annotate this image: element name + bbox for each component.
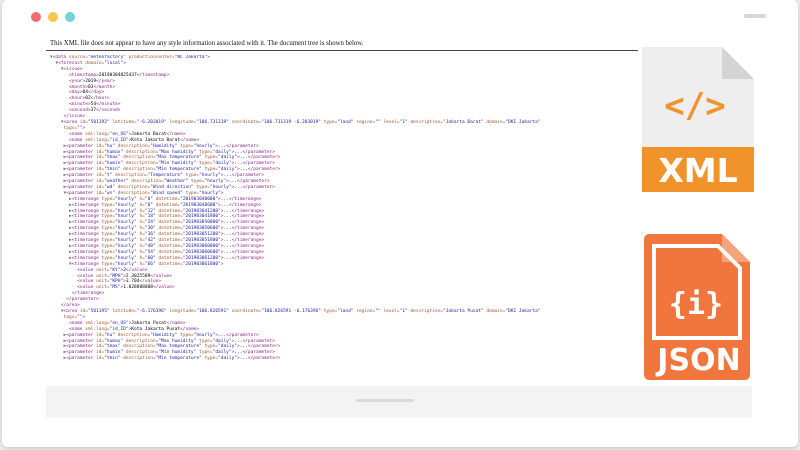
- json-fold: [722, 234, 750, 262]
- xml-file-icon: </> XML: [642, 47, 754, 192]
- xml-document-tree: ▼<data source="meteofactory" productionc…: [50, 55, 638, 385]
- close-button[interactable]: [31, 12, 41, 22]
- footer-area: [46, 386, 752, 418]
- title-bar: [2, 0, 798, 34]
- horizontal-scrollbar[interactable]: [356, 399, 414, 402]
- xml-tree-line[interactable]: ▶<parameter id="tmin" description="Min t…: [50, 356, 638, 362]
- xml-style-notice: This XML file does not appear to have an…: [46, 39, 638, 51]
- json-label: JSON: [655, 343, 740, 378]
- xml-label: XML: [658, 151, 737, 190]
- json-glyph: {i}: [669, 287, 723, 322]
- hamburger-icon[interactable]: [744, 14, 766, 18]
- xml-fold: [722, 47, 754, 79]
- minimize-button[interactable]: [48, 12, 58, 22]
- xml-glyph: </>: [664, 86, 725, 126]
- json-file-icon: {i} JSON: [644, 234, 750, 380]
- maximize-button[interactable]: [65, 12, 75, 22]
